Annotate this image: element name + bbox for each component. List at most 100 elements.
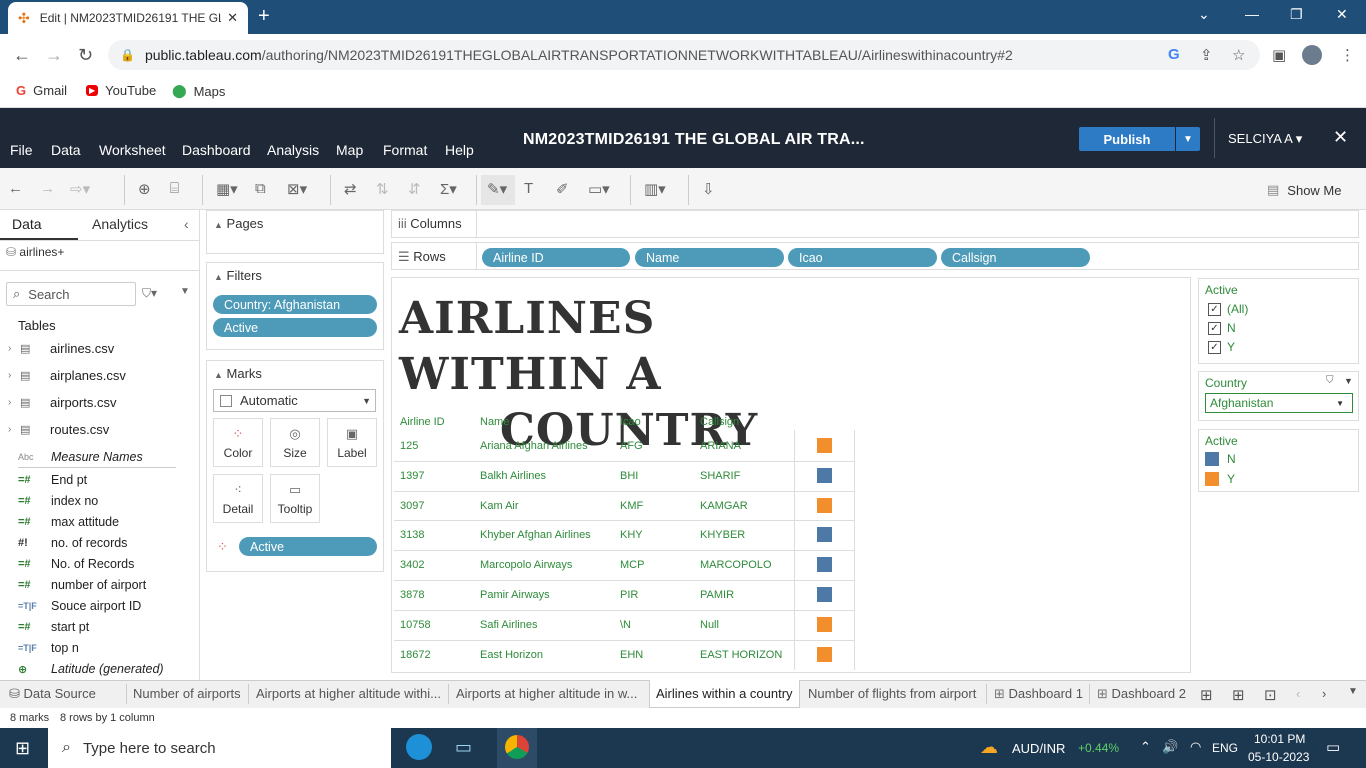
share-icon[interactable]: ⇪: [1200, 46, 1213, 64]
undo-icon[interactable]: ←: [8, 180, 23, 197]
sheet-tab-airlines-within-country[interactable]: Airlines within a country: [656, 686, 793, 701]
active-option-y[interactable]: ✓ Y: [1208, 340, 1235, 354]
show-me-button[interactable]: ▤ Show Me: [1267, 182, 1342, 198]
filter-pill-country[interactable]: Country: Afghanistan: [213, 295, 377, 314]
mark-square[interactable]: [817, 587, 832, 602]
new-worksheet-icon[interactable]: ▦▾: [216, 180, 238, 198]
sheet-tab-airports-higher-altitude-1[interactable]: Airports at higher altitude withi...: [256, 686, 441, 701]
dashboard-tab-1[interactable]: ⊞ Dashboard 1: [994, 686, 1083, 702]
legend-item-y[interactable]: Y: [1205, 472, 1235, 486]
mark-square[interactable]: [817, 468, 832, 483]
filter-fields-icon[interactable]: ⛉▾: [142, 286, 157, 301]
chrome-icon[interactable]: [505, 735, 529, 759]
scroll-tabs-left-icon[interactable]: ‹: [1296, 686, 1300, 701]
cell-name[interactable]: Kam Air: [480, 500, 519, 512]
presentation-icon[interactable]: ▥▾: [644, 180, 666, 198]
cell-name[interactable]: East Horizon: [480, 649, 543, 661]
volume-icon[interactable]: 🔊: [1162, 739, 1178, 755]
cell-icao[interactable]: KMF: [620, 500, 643, 512]
cell-airline-id[interactable]: 10758: [400, 619, 431, 631]
language-indicator[interactable]: ENG: [1212, 741, 1238, 755]
cell-callsign[interactable]: MARCOPOLO: [700, 559, 772, 571]
cell-icao[interactable]: AFG: [620, 440, 643, 452]
browser-menu-icon[interactable]: ⋮: [1340, 46, 1355, 64]
active-option-all[interactable]: ✓ (All): [1208, 302, 1248, 316]
close-editor-icon[interactable]: ✕: [1333, 127, 1348, 148]
new-datasource-icon[interactable]: ⊕: [138, 180, 151, 198]
cell-callsign[interactable]: SHARIF: [700, 470, 740, 482]
collapse-icon[interactable]: ▲: [214, 272, 223, 282]
collapse-pane-icon[interactable]: ‹: [184, 216, 189, 232]
table-item[interactable]: › ▤ airports.csv: [8, 395, 116, 410]
sheet-tab-airports-higher-altitude-2[interactable]: Airports at higher altitude in w...: [456, 686, 637, 701]
sort-descending-icon[interactable]: ⇵: [408, 180, 421, 198]
cell-icao[interactable]: \N: [620, 619, 631, 631]
scroll-tabs-right-icon[interactable]: ›: [1322, 686, 1326, 701]
close-tab-icon[interactable]: ✕: [227, 10, 238, 26]
bookmark-maps[interactable]: ⬤ Maps: [172, 83, 225, 99]
field-item[interactable]: ⊕ Latitude (generated): [18, 662, 164, 676]
publish-dropdown-icon[interactable]: ▼: [1176, 127, 1200, 151]
field-item[interactable]: =# index no: [18, 494, 98, 508]
size-button[interactable]: ◎ Size: [270, 418, 320, 467]
pane-menu-icon[interactable]: ▼: [180, 286, 190, 297]
mark-square[interactable]: [817, 438, 832, 453]
table-item[interactable]: › ▤ airlines.csv: [8, 341, 114, 356]
windows-start-icon[interactable]: ⊞: [15, 738, 30, 759]
field-item[interactable]: =# number of airport: [18, 578, 146, 592]
clock-time[interactable]: 10:01 PM: [1254, 732, 1305, 746]
highlight-icon[interactable]: ✎▾: [481, 175, 515, 205]
legend-item-n[interactable]: N: [1205, 452, 1236, 466]
field-item[interactable]: =# start pt: [18, 620, 89, 634]
restore-icon[interactable]: ❐: [1290, 6, 1303, 23]
cell-icao[interactable]: KHY: [620, 529, 643, 541]
tabs-menu-icon[interactable]: ▼: [1348, 686, 1358, 697]
bookmark-star-icon[interactable]: ☆: [1232, 46, 1245, 64]
field-item[interactable]: =# No. of Records: [18, 557, 134, 571]
cell-callsign[interactable]: EAST HORIZON: [700, 649, 782, 661]
replay-icon[interactable]: ⇨▾: [70, 180, 90, 198]
expand-icon[interactable]: ›: [8, 370, 20, 381]
url-bar[interactable]: 🔒 public.tableau.com/authoring/NM2023TMI…: [108, 40, 1260, 70]
cell-callsign[interactable]: PAMIR: [700, 589, 734, 601]
field-item[interactable]: =# max attitude: [18, 515, 119, 529]
redo-icon[interactable]: →: [40, 180, 55, 197]
mark-square[interactable]: [817, 617, 832, 632]
tooltip-button[interactable]: ▭ Tooltip: [270, 474, 320, 523]
weather-icon[interactable]: ☁: [980, 737, 998, 758]
cell-name[interactable]: Khyber Afghan Airlines: [480, 529, 591, 541]
cell-airline-id[interactable]: 3097: [400, 500, 424, 512]
new-dashboard-tab-icon[interactable]: ⊞: [1232, 686, 1245, 704]
cell-airline-id[interactable]: 3878: [400, 589, 424, 601]
field-search-input[interactable]: ⌕ Search: [6, 282, 136, 306]
field-item[interactable]: =T|F top n: [18, 641, 79, 655]
publish-button[interactable]: Publish: [1079, 127, 1175, 151]
tab-analytics[interactable]: Analytics: [92, 216, 148, 232]
profile-avatar[interactable]: [1302, 45, 1322, 65]
row-pill-icao[interactable]: Icao: [788, 248, 937, 267]
mark-square[interactable]: [817, 557, 832, 572]
reload-icon[interactable]: ↻: [78, 45, 93, 66]
minimize-icon[interactable]: —: [1245, 6, 1259, 22]
filter-pill-active[interactable]: Active: [213, 318, 377, 337]
menu-worksheet[interactable]: Worksheet: [99, 142, 166, 158]
cell-name[interactable]: Pamir Airways: [480, 589, 550, 601]
cell-callsign[interactable]: KAMGAR: [700, 500, 748, 512]
new-story-tab-icon[interactable]: ⊡: [1264, 686, 1277, 704]
cell-name[interactable]: Marcopolo Airways: [480, 559, 572, 571]
country-select[interactable]: Afghanistan ▼: [1205, 393, 1353, 413]
sheet-tab-number-of-airports[interactable]: Number of airports: [133, 686, 241, 701]
download-icon[interactable]: ⇩: [702, 180, 715, 198]
forward-icon[interactable]: →: [45, 45, 63, 66]
menu-format[interactable]: Format: [383, 142, 427, 158]
filter-menu-icon[interactable]: ▼: [1344, 376, 1353, 386]
cell-airline-id[interactable]: 3402: [400, 559, 424, 571]
notification-icon[interactable]: ▭: [1326, 738, 1340, 756]
dashboard-tab-2[interactable]: ⊞ Dashboard 2: [1097, 686, 1186, 702]
field-item[interactable]: Abc Measure Names: [18, 450, 143, 464]
clock-date[interactable]: 05-10-2023: [1248, 750, 1309, 764]
browser-tab[interactable]: ✣ Edit | NM2023TMID26191 THE GLOBAL ✕: [8, 2, 248, 34]
expand-icon[interactable]: ›: [8, 343, 20, 354]
columns-shelf[interactable]: [391, 210, 1359, 238]
menu-analysis[interactable]: Analysis: [267, 142, 319, 158]
